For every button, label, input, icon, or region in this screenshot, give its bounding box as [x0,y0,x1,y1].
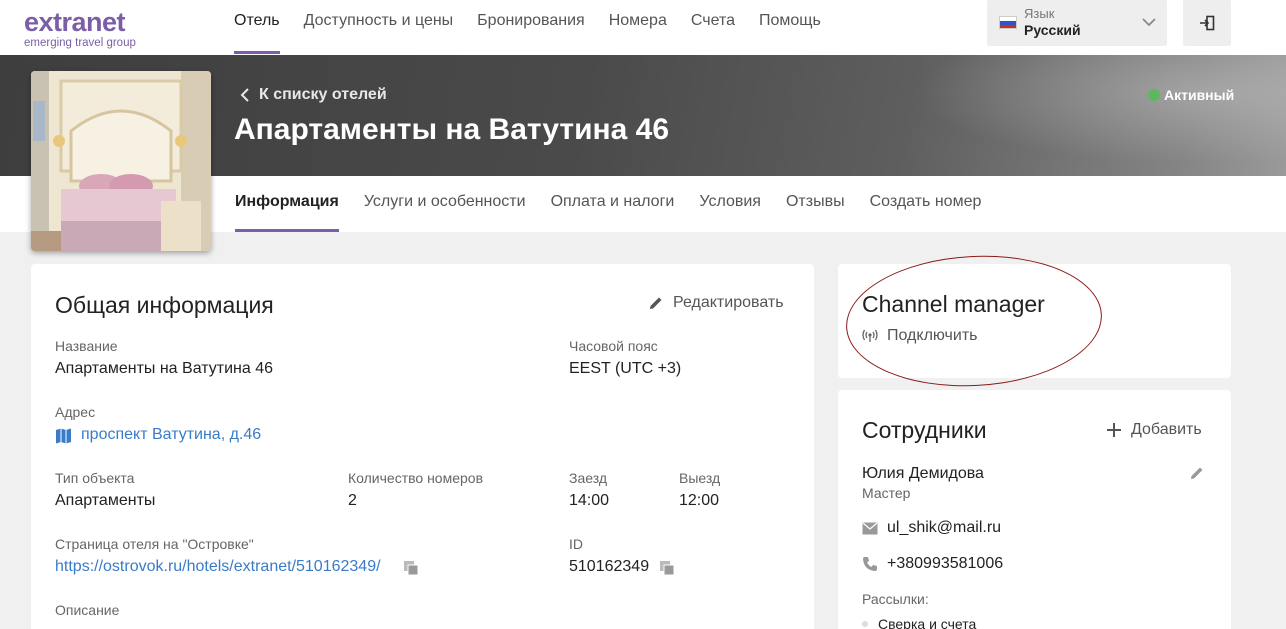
back-label: К списку отелей [259,86,387,103]
description-label: Описание [55,602,120,618]
hotel-title: Апартаменты на Ватутина 46 [234,113,670,146]
chevron-left-icon [240,88,249,102]
mailing-item: Сверка и счета [862,616,976,629]
email-value: ul_shik@mail.ru [887,519,1002,536]
tab-services[interactable]: Услуги и особенности [364,176,526,232]
top-bar: extranet emerging travel group Отель Дос… [0,0,1286,55]
back-to-hotels-link[interactable]: К списку отелей [240,86,387,104]
language-select[interactable]: Язык Русский [987,0,1167,46]
nav-availability[interactable]: Доступность и цены [304,0,454,55]
copy-icon[interactable] [403,560,419,576]
general-info-title: Общая информация [55,292,274,318]
plus-icon [1107,423,1121,437]
staff-phone: +380993581006 [862,555,1003,573]
property-type-label: Тип объекта [55,470,135,486]
id-value: 510162349 [569,558,650,575]
nav-help[interactable]: Помощь [759,0,821,55]
status-badge: Активный [1148,87,1234,103]
tab-payment-taxes[interactable]: Оплата и налоги [551,176,675,232]
logout-button[interactable] [1183,0,1231,46]
general-info-card: Общая информация Редактировать Название … [31,264,814,629]
pencil-icon [650,297,662,309]
address-label: Адрес [55,404,96,420]
staff-member-role: Мастер [862,485,911,501]
copy-id-icon[interactable] [659,560,675,576]
extranet-logo[interactable]: extranet emerging travel group [24,8,136,49]
staff-email: ul_shik@mail.ru [862,519,1001,537]
checkout-label: Выезд [679,470,721,486]
checkin-value: 14:00 [569,492,610,509]
nav-hotel[interactable]: Отель [234,0,280,55]
tab-conditions[interactable]: Условия [699,176,761,232]
timezone-value: EEST (UTC +3) [569,360,682,377]
ru-flag-icon [999,16,1017,29]
main-nav: Отель Доступность и цены Бронирования Но… [234,0,845,55]
hotel-photo[interactable] [31,71,211,251]
edit-label: Редактировать [673,294,784,311]
language-caption: Язык [1024,6,1055,21]
nav-invoices[interactable]: Счета [691,0,735,55]
id-label: ID [569,536,583,552]
name-label: Название [55,338,118,354]
phone-icon [863,557,877,571]
ostrovok-page-link[interactable]: https://ostrovok.ru/hotels/extranet/5101… [55,558,381,576]
phone-value: +380993581006 [887,555,1004,572]
bullet-icon [862,621,868,627]
rooms-count-label: Количество номеров [348,470,484,486]
staff-member-name: Юлия Демидова [862,465,984,482]
logout-icon [1200,15,1215,31]
tab-reviews[interactable]: Отзывы [786,176,845,232]
ostrovok-page-label: Страница отеля на "Островке" [55,536,254,552]
name-value: Апартаменты на Ватутина 46 [55,360,273,377]
timezone-label: Часовой пояс [569,338,658,354]
status-dot-icon [1148,89,1160,101]
logo-title: extranet [24,7,126,37]
channel-manager-card: Channel manager Подключить [838,264,1231,378]
bedroom-image [31,71,211,251]
rooms-count-value: 2 [348,492,357,509]
status-label: Активный [1164,87,1235,103]
checkout-value: 12:00 [679,492,720,509]
add-label: Добавить [1131,421,1202,438]
staff-title: Сотрудники [862,417,987,443]
nav-bookings[interactable]: Бронирования [477,0,585,55]
map-icon [56,428,71,444]
tab-information[interactable]: Информация [235,176,339,232]
connect-channel-manager-button[interactable]: Подключить [862,327,977,345]
staff-card: Сотрудники Добавить Юлия Демидова Мастер… [838,390,1231,629]
mail-icon [862,522,878,534]
edit-button[interactable]: Редактировать [648,294,784,312]
edit-staff-pencil-icon[interactable] [1189,465,1205,481]
mailings-label: Рассылки: [862,591,929,607]
connect-label: Подключить [887,327,978,344]
logo-subtitle: emerging travel group [24,37,136,49]
mailing-item-label: Сверка и счета [878,616,977,629]
property-type-value: Апартаменты [55,492,156,509]
nav-rooms[interactable]: Номера [609,0,667,55]
broadcast-icon [862,329,878,342]
language-value: Русский [1024,22,1081,38]
add-staff-button[interactable]: Добавить [1106,421,1202,439]
chevron-down-icon [1142,18,1156,27]
tab-create-room[interactable]: Создать номер [870,176,982,232]
checkin-label: Заезд [569,470,608,486]
address-link[interactable]: проспект Ватутина, д.46 [81,426,261,444]
channel-manager-title: Channel manager [862,291,1045,317]
